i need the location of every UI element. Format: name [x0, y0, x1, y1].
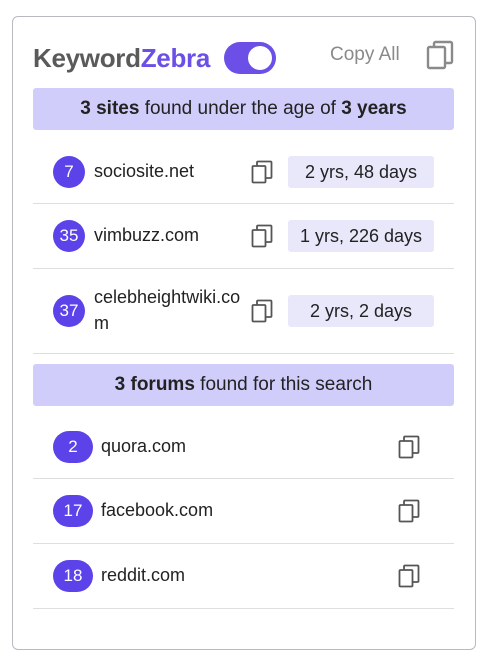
enable-toggle[interactable] — [224, 42, 276, 74]
toggle-knob — [248, 46, 272, 70]
sites-age-threshold: 3 years — [341, 98, 407, 119]
site-domain[interactable]: sociosite.net — [94, 158, 194, 184]
copy-icon[interactable] — [251, 224, 273, 248]
rank-badge: 2 — [53, 431, 93, 463]
sites-summary-banner: 3 sites found under the age of 3 years — [33, 88, 454, 130]
forum-row: 2 quora.com — [33, 415, 454, 479]
brand-part-zebra: Zebra — [140, 43, 211, 73]
copy-icon[interactable] — [398, 499, 420, 523]
keywordzebra-panel: KeywordZebra Copy All 3 sites found unde… — [12, 16, 476, 650]
copy-icon[interactable] — [251, 160, 273, 184]
brand-logo: KeywordZebra — [33, 43, 210, 74]
rank-badge: 17 — [53, 495, 93, 527]
forum-row: 18 reddit.com — [33, 544, 454, 609]
site-domain[interactable]: vimbuzz.com — [94, 222, 199, 248]
forums-summary-rest: found for this search — [194, 374, 373, 395]
site-domain-line1: celebheightwiki.co — [94, 287, 241, 307]
copy-all-icon[interactable] — [426, 40, 454, 70]
panel-header: KeywordZebra Copy All — [33, 40, 457, 81]
brand-part-keyword: Keyword — [33, 43, 141, 73]
forums-count: 3 forums — [114, 374, 195, 395]
sites-summary-middle: found under the age of — [139, 98, 342, 119]
rank-badge: 37 — [53, 295, 85, 327]
sites-count: 3 sites — [80, 98, 140, 119]
site-row: 7 sociosite.net 2 yrs, 48 days — [33, 140, 454, 204]
site-domain-line2: m — [94, 313, 109, 333]
copy-icon[interactable] — [398, 435, 420, 459]
domain-age-pill: 1 yrs, 226 days — [288, 220, 434, 252]
forum-domain[interactable]: facebook.com — [101, 497, 213, 523]
rank-badge: 7 — [53, 156, 85, 188]
copy-all-button[interactable]: Copy All — [330, 44, 400, 66]
forum-row: 17 facebook.com — [33, 479, 454, 544]
domain-age-pill: 2 yrs, 48 days — [288, 156, 434, 188]
rank-badge: 18 — [53, 560, 93, 592]
rank-badge: 35 — [53, 220, 85, 252]
forums-summary-banner: 3 forums found for this search — [33, 364, 454, 406]
forum-domain[interactable]: reddit.com — [101, 562, 185, 588]
copy-icon[interactable] — [398, 564, 420, 588]
site-domain[interactable]: celebheightwiki.co m — [94, 284, 240, 336]
site-row: 37 celebheightwiki.co m 2 yrs, 2 days — [33, 269, 454, 354]
forum-domain[interactable]: quora.com — [101, 433, 186, 459]
site-row: 35 vimbuzz.com 1 yrs, 226 days — [33, 204, 454, 269]
copy-icon[interactable] — [251, 299, 273, 323]
domain-age-pill: 2 yrs, 2 days — [288, 295, 434, 327]
